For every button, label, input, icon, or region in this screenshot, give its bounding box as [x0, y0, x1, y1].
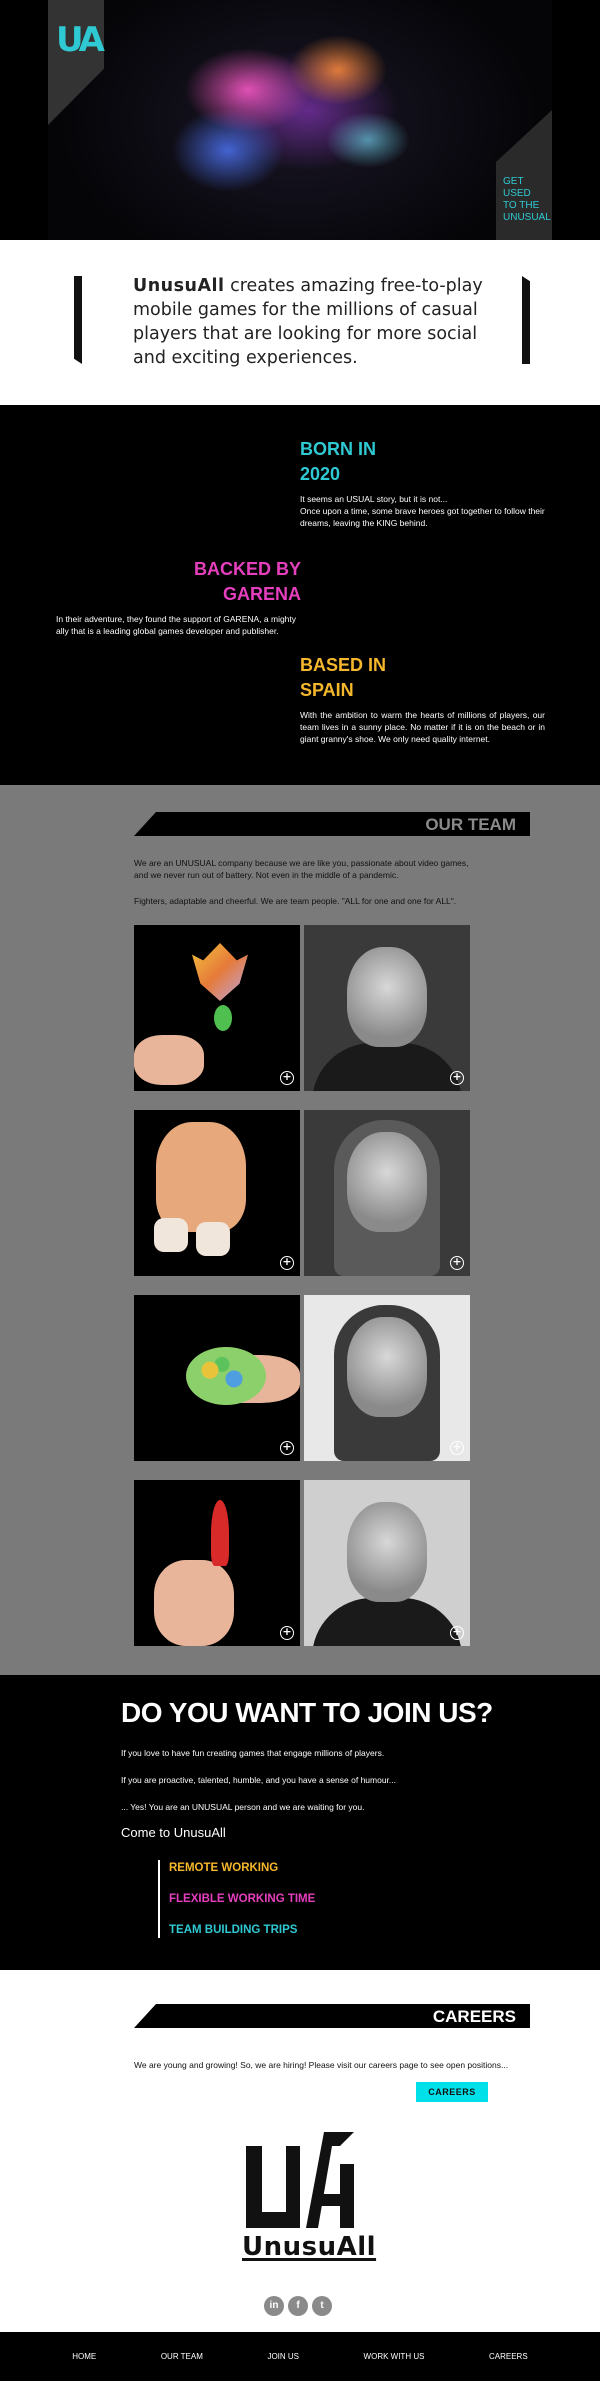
- social-links: in f t: [264, 2296, 332, 2316]
- expand-icon[interactable]: +: [450, 1071, 464, 1085]
- nav-our-team[interactable]: OUR TEAM: [161, 2352, 203, 2361]
- portrait-shoulders: [312, 1598, 462, 1646]
- member-object-photo[interactable]: +: [134, 925, 300, 1091]
- portrait-shoulders: [312, 1043, 462, 1091]
- born-text: It seems an USUAL story, but it is not..…: [300, 493, 545, 529]
- smiley-hand: [156, 1122, 246, 1232]
- portrait-face: [347, 1317, 427, 1417]
- facebook-icon[interactable]: f: [288, 2296, 308, 2316]
- backed-title-line: BACKED BY: [193, 559, 301, 579]
- perk-team-trips: TEAM BUILDING TRIPS: [169, 1924, 298, 1936]
- expand-icon[interactable]: +: [450, 1441, 464, 1455]
- backed-title: BACKED BY GARENA: [56, 557, 301, 607]
- perk-remote-working: REMOTE WORKING: [169, 1862, 279, 1874]
- portrait-face: [347, 947, 427, 1047]
- hero-section: UA GET USED TO THE UNUSUAL: [0, 0, 600, 240]
- flower-leaf: [214, 1005, 232, 1031]
- join-title: DO YOU WANT TO JOIN US?: [121, 1697, 493, 1728]
- backed-text: In their adventure, they found the suppo…: [56, 614, 297, 636]
- expand-icon[interactable]: +: [280, 1071, 294, 1085]
- cta-line: UNUSUAL: [503, 212, 551, 223]
- hand-shape: [134, 1035, 204, 1085]
- member-portrait-photo[interactable]: +: [304, 1480, 470, 1646]
- origami-flower: [192, 943, 248, 1001]
- perk-flexible-time: FLEXIBLE WORKING TIME: [169, 1893, 316, 1905]
- member-object-photo[interactable]: +: [134, 1295, 300, 1461]
- linkedin-icon[interactable]: in: [264, 2296, 284, 2316]
- cta-line: USED: [503, 188, 531, 199]
- intro-statement: UnusuAll creates amazing free-to-play mo…: [133, 274, 483, 370]
- member-portrait-photo[interactable]: +: [304, 925, 470, 1091]
- born-title-line: BORN IN: [300, 439, 376, 459]
- backed-title-name: GARENA: [222, 584, 301, 604]
- team-paragraph: Fighters, adaptable and cheerful. We are…: [134, 896, 457, 906]
- careers-title: CAREERS: [432, 2007, 516, 2026]
- join-paragraph: ... Yes! You are an UNUSUAL person and w…: [121, 1802, 365, 1812]
- page: UA GET USED TO THE UNUSUAL UnusuAll crea…: [0, 0, 600, 2381]
- cta-line: TO THE: [503, 200, 540, 211]
- born-text-line: Once upon a time, some brave heroes got …: [300, 506, 545, 528]
- member-portrait-photo[interactable]: +: [304, 1110, 470, 1276]
- join-paragraph: If you are proactive, talented, humble, …: [121, 1775, 397, 1785]
- portrait-face: [347, 1502, 427, 1602]
- careers-section: CAREERS We are young and growing! So, we…: [0, 1970, 600, 2332]
- company-logo-mark: [246, 2132, 354, 2228]
- team-title: OUR TEAM: [425, 815, 516, 834]
- join-paragraph: If you love to have fun creating games t…: [121, 1748, 385, 1758]
- left-bracket: [74, 276, 82, 364]
- born-block: BORN IN 2020 It seems an USUAL story, bu…: [300, 437, 545, 529]
- join-section: DO YOU WANT TO JOIN US? If you love to h…: [0, 1675, 600, 1970]
- intro-section: UnusuAll creates amazing free-to-play mo…: [0, 240, 600, 405]
- rocket-toy: [211, 1500, 229, 1566]
- careers-text: We are young and growing! So, we are hir…: [134, 2060, 509, 2070]
- expand-icon[interactable]: +: [280, 1626, 294, 1640]
- site-logo[interactable]: UA: [56, 20, 105, 60]
- nav-work-with-us[interactable]: WORK WITH US: [364, 2352, 425, 2361]
- based-block: BASED IN SPAIN With the ambition to warm…: [300, 653, 545, 745]
- careers-button[interactable]: CAREERS: [416, 2082, 488, 2102]
- cta-line: GET: [503, 176, 524, 187]
- nav-home[interactable]: HOME: [72, 2352, 96, 2361]
- story-section: BORN IN 2020 It seems an USUAL story, bu…: [0, 405, 600, 785]
- expand-icon[interactable]: +: [280, 1441, 294, 1455]
- expand-icon[interactable]: +: [280, 1256, 294, 1270]
- company-logo-word: UnusuAll: [242, 2232, 377, 2262]
- team-member-card: + +: [134, 1480, 470, 1646]
- team-banner: OUR TEAM: [134, 812, 530, 836]
- based-title: BASED IN SPAIN: [300, 653, 545, 703]
- portrait-face: [347, 1132, 427, 1232]
- hero-image: [48, 0, 552, 240]
- based-text: With the ambition to warm the hearts of …: [300, 710, 545, 744]
- born-title-year: 2020: [300, 464, 341, 484]
- team-paragraph: We are an UNUSUAL company because we are…: [134, 858, 469, 880]
- shoe-shape: [196, 1222, 230, 1256]
- team-member-card: + +: [134, 1295, 470, 1461]
- footer-nav: HOME OUR TEAM JOIN US WORK WITH US CAREE…: [0, 2332, 600, 2381]
- member-object-photo[interactable]: +: [134, 1110, 300, 1276]
- nav-join-us[interactable]: JOIN US: [267, 2352, 299, 2361]
- based-title-line: BASED IN: [300, 655, 387, 675]
- get-used-to-unusual-link[interactable]: GET USED TO THE UNUSUAL: [503, 176, 551, 224]
- team-section: OUR TEAM We are an UNUSUAL company becau…: [0, 785, 600, 1675]
- backed-block: BACKED BY GARENA In their adventure, the…: [56, 557, 301, 637]
- hand-shape: [154, 1560, 234, 1646]
- intro-brand: UnusuAll: [133, 276, 225, 296]
- mosaic-frog: [186, 1347, 266, 1405]
- member-portrait-photo[interactable]: +: [304, 1295, 470, 1461]
- based-title-place: SPAIN: [300, 680, 354, 700]
- right-bracket: [522, 276, 530, 364]
- born-text-line: It seems an USUAL story, but it is not..…: [300, 494, 448, 504]
- nav-careers[interactable]: CAREERS: [489, 2352, 528, 2361]
- careers-banner: CAREERS: [134, 2004, 530, 2028]
- perks-list: REMOTE WORKING FLEXIBLE WORKING TIME TEA…: [158, 1860, 315, 1938]
- team-member-card: + +: [134, 925, 470, 1091]
- member-object-photo[interactable]: +: [134, 1480, 300, 1646]
- shoe-shape: [154, 1218, 188, 1252]
- team-member-card: + +: [134, 1110, 470, 1276]
- born-title: BORN IN 2020: [300, 437, 545, 487]
- expand-icon[interactable]: +: [450, 1626, 464, 1640]
- expand-icon[interactable]: +: [450, 1256, 464, 1270]
- twitter-icon[interactable]: t: [312, 2296, 332, 2316]
- join-come-text: Come to UnusuAll: [121, 1825, 226, 1840]
